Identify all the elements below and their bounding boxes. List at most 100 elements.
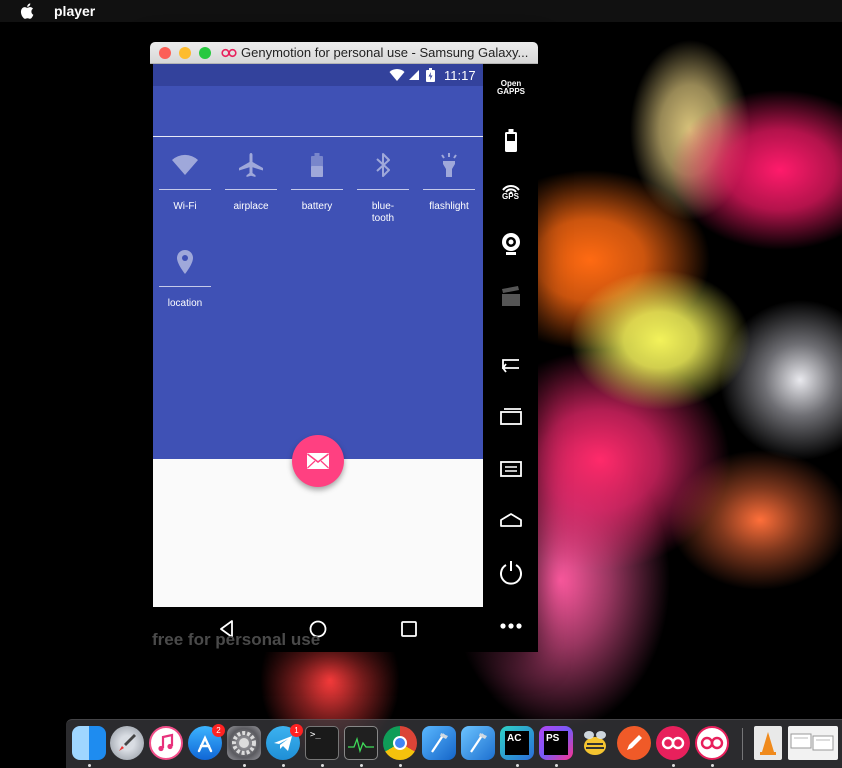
running-indicator (555, 764, 558, 767)
mail-icon (307, 453, 329, 469)
back-button-icon[interactable] (497, 350, 525, 378)
genymotion-dock-icon[interactable] (656, 726, 690, 760)
genymotion-window: Genymotion for personal use - Samsung Ga… (150, 42, 538, 652)
status-time: 11:17 (444, 68, 476, 83)
desktop: player Genymotion for personal use - Sam… (0, 0, 842, 768)
chrome-dock-icon[interactable] (383, 726, 417, 760)
tile-divider (159, 286, 211, 287)
tile-airplane[interactable]: airplace (224, 151, 278, 213)
bee-icon (584, 731, 606, 755)
app-store-badge: 2 (212, 724, 225, 737)
android-status-bar: 11:17 (153, 64, 483, 86)
location-icon (177, 250, 193, 274)
activity-graph-icon (348, 736, 374, 754)
tile-battery[interactable]: battery (290, 151, 344, 213)
running-indicator (321, 764, 324, 767)
terminal-prompt: >_ (310, 730, 321, 740)
tile-label-airplane: airplace (233, 201, 269, 212)
menu-bar: player (0, 0, 842, 22)
finder-dock-icon[interactable] (72, 726, 106, 760)
media-widget-icon[interactable] (497, 282, 525, 310)
appcode-label: AC (505, 731, 529, 755)
tile-wifi[interactable]: Wi-Fi (158, 151, 212, 213)
activity-monitor-dock-icon[interactable] (344, 726, 378, 760)
dock-separator (742, 728, 743, 760)
pencil-app-dock-icon[interactable] (617, 726, 651, 760)
flashlight-icon (441, 153, 457, 177)
tile-label-battery: battery (301, 201, 333, 212)
genymotion-logo-icon (700, 736, 724, 750)
battery-widget-icon[interactable] (497, 126, 525, 154)
itunes-dock-icon[interactable] (149, 726, 183, 760)
document-dock-icon[interactable] (754, 726, 782, 760)
free-personal-use-watermark: free for personal use (152, 630, 321, 649)
tile-divider (423, 189, 475, 190)
system-preferences-dock-icon[interactable] (227, 726, 261, 760)
phpstorm-label: PS (544, 731, 568, 755)
downloads-stack-dock-icon[interactable] (788, 726, 838, 760)
genymotion-logo-icon (661, 736, 685, 750)
running-indicator (399, 764, 402, 767)
appcode-dock-icon[interactable]: AC (500, 726, 534, 760)
music-note-icon (158, 733, 174, 752)
hammer-icon (470, 733, 487, 753)
tile-label-location: location (167, 298, 203, 309)
apple-icon[interactable] (20, 3, 34, 19)
tile-flashlight[interactable]: flashlight (422, 151, 476, 213)
terminal-dock-icon[interactable]: >_ (305, 726, 339, 760)
home-button-icon[interactable] (497, 506, 525, 534)
genymotion-sidebar: Open GAPPS GPS (483, 64, 538, 652)
bee-app-dock-icon[interactable] (578, 726, 612, 760)
battery-icon (311, 153, 323, 177)
document-stack-icon (790, 733, 834, 751)
app-toolbar (153, 86, 483, 137)
menu-button-icon[interactable] (497, 454, 525, 482)
vlc-cone-icon (760, 732, 776, 755)
phpstorm-dock-icon[interactable]: PS (539, 726, 573, 760)
tile-bluetooth[interactable]: blue- tooth (356, 151, 410, 225)
recent-apps-button-icon[interactable] (497, 402, 525, 430)
hammer-icon (431, 733, 448, 753)
battery-charging-icon (426, 68, 435, 82)
maximize-window-button[interactable] (199, 46, 211, 59)
gear-icon (232, 731, 256, 755)
genymotion-player-dock-icon[interactable] (695, 726, 729, 760)
open-gapps-button[interactable]: Open GAPPS (489, 80, 533, 96)
nav-recents-icon[interactable] (399, 619, 419, 639)
tile-divider (291, 189, 343, 190)
pencil-icon (627, 735, 642, 750)
window-title: Genymotion for personal use - Samsung Ga… (241, 45, 529, 60)
power-button-icon[interactable] (497, 558, 525, 586)
close-window-button[interactable] (159, 46, 171, 59)
cell-signal-icon (409, 70, 419, 80)
airplane-icon (239, 153, 263, 177)
launchpad-dock-icon[interactable] (110, 726, 144, 760)
tile-location[interactable]: location (158, 248, 212, 310)
chrome-center-icon (393, 736, 407, 750)
running-indicator (88, 764, 91, 767)
minimize-window-button[interactable] (179, 46, 191, 59)
running-indicator (516, 764, 519, 767)
running-indicator (282, 764, 285, 767)
gps-label: GPS (502, 192, 519, 201)
running-indicator (711, 764, 714, 767)
android-screen: 11:17 Wi-Fi airplace battery blue- tooth… (153, 64, 483, 652)
tile-divider (225, 189, 277, 190)
app-menu-player[interactable]: player (54, 3, 95, 19)
more-options-icon[interactable] (497, 612, 525, 640)
wifi-signal-icon (389, 69, 405, 81)
tile-label-bluetooth: blue- tooth (371, 201, 395, 224)
genymotion-logo-icon (221, 48, 237, 57)
rocket-icon (119, 734, 136, 751)
running-indicator (672, 764, 675, 767)
mail-fab-button[interactable] (292, 435, 344, 487)
dock: 2 1 >_ AC PS (66, 719, 842, 768)
running-indicator (243, 764, 246, 767)
xcode-dock-icon[interactable] (422, 726, 456, 760)
window-titlebar[interactable]: Genymotion for personal use - Samsung Ga… (150, 42, 538, 64)
wifi-icon (172, 154, 198, 175)
xcode-beta-dock-icon[interactable] (461, 726, 495, 760)
bluetooth-icon (376, 153, 390, 177)
webcam-widget-icon[interactable] (497, 230, 525, 258)
tiles-grid: Wi-Fi airplace battery blue- tooth flash… (153, 137, 483, 459)
